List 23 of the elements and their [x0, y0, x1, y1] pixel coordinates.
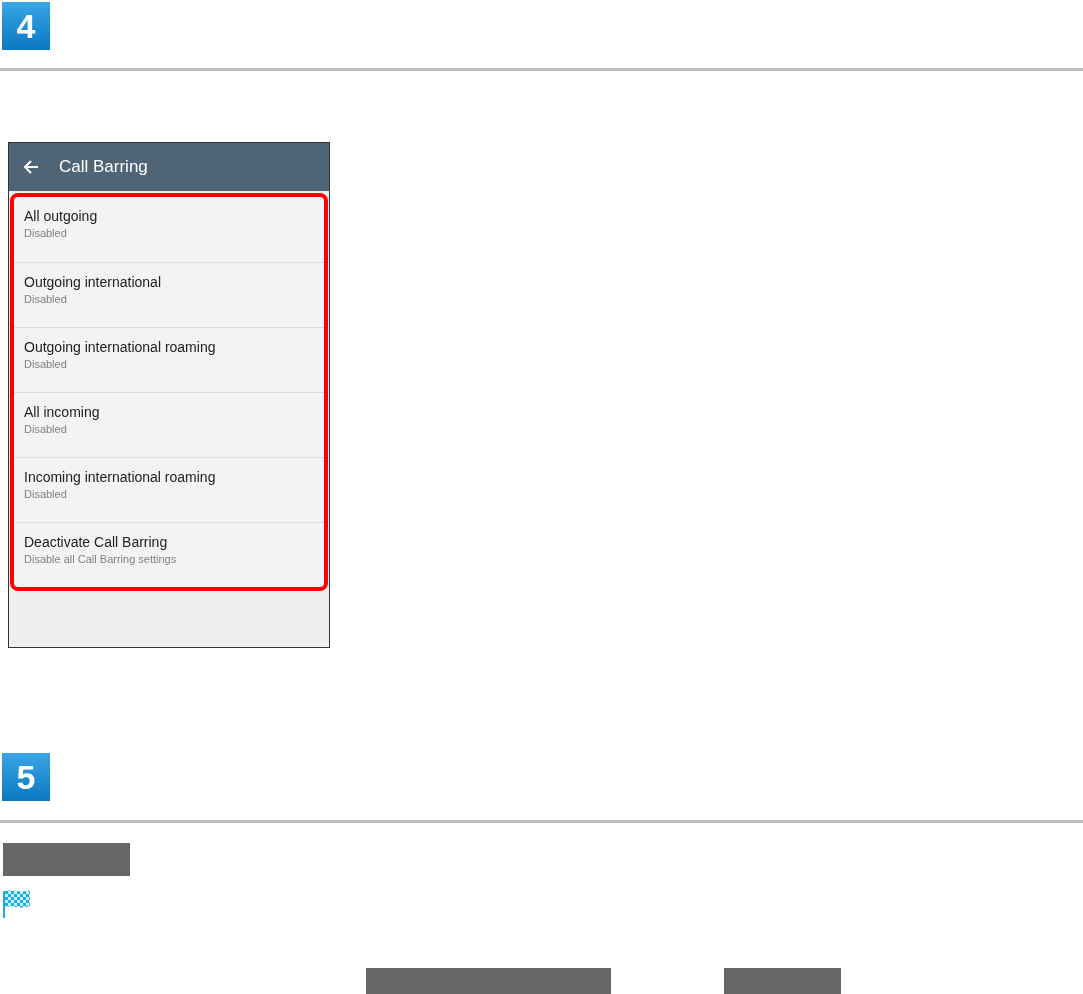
- back-arrow-icon[interactable]: [23, 159, 39, 175]
- item-title: Incoming international roaming: [24, 469, 216, 485]
- checkered-flag-icon: [2, 888, 32, 918]
- screen-title: Call Barring: [59, 157, 148, 177]
- settings-item[interactable]: Outgoing international roaming Disabled: [14, 327, 324, 392]
- item-summary: Disabled: [24, 227, 67, 239]
- settings-item[interactable]: Incoming international roaming Disabled: [14, 457, 324, 522]
- item-title: All outgoing: [24, 208, 98, 224]
- item-summary: Disabled: [24, 423, 67, 435]
- settings-item[interactable]: Outgoing international Disabled: [14, 262, 324, 327]
- step-number: 4: [2, 2, 50, 50]
- item-title: Deactivate Call Barring: [24, 534, 168, 550]
- item-summary: Disabled: [24, 488, 67, 500]
- item-summary: Disable all Call Barring settings: [24, 553, 177, 565]
- item-title: Outgoing international: [24, 274, 161, 290]
- item-title: All incoming: [24, 404, 100, 420]
- item-title: Outgoing international roaming: [24, 339, 216, 355]
- settings-item[interactable]: All outgoing Disabled: [14, 197, 324, 262]
- settings-item[interactable]: Deactivate Call Barring Disable all Call Barring settings: [14, 522, 324, 587]
- step-number: 5: [2, 753, 50, 801]
- item-summary: Disabled: [24, 293, 67, 305]
- settings-item[interactable]: All incoming Disabled: [14, 392, 324, 457]
- item-summary: Disabled: [24, 358, 67, 370]
